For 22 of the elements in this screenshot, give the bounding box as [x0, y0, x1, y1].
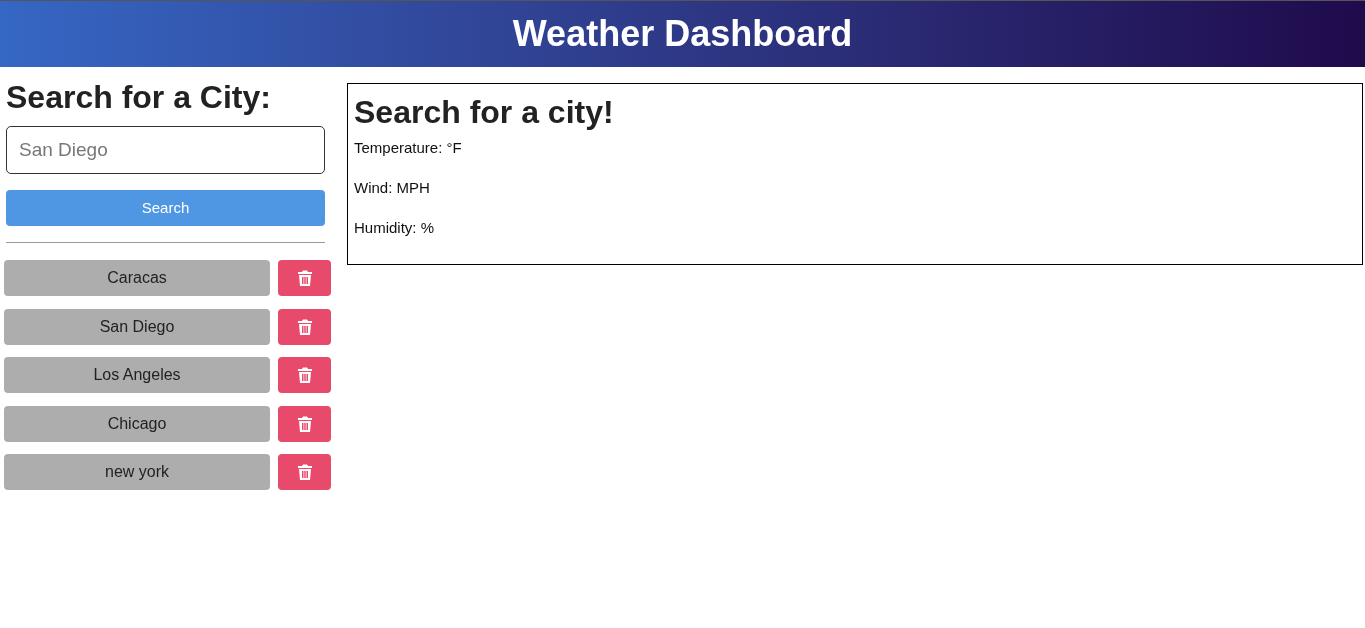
trash-icon: [297, 367, 312, 383]
weather-reading: Wind: MPH: [354, 178, 431, 198]
city-input-field[interactable]: San Diego: [6, 126, 325, 174]
trash-icon: [297, 464, 312, 480]
delete-button[interactable]: [278, 260, 331, 296]
delete-button[interactable]: [278, 454, 331, 490]
page-title: Weather Dashboard: [512, 12, 853, 56]
weather-title: Search for a city!: [354, 93, 615, 132]
weather-reading: Humidity: %: [354, 218, 436, 238]
city-history-button[interactable]: Chicago: [4, 405, 270, 442]
delete-button[interactable]: [278, 357, 331, 393]
city-history-button[interactable]: San Diego: [4, 308, 270, 345]
weather-reading: Temperature: °F: [354, 138, 463, 158]
trash-icon: [297, 415, 312, 432]
trash-icon: [297, 318, 312, 335]
search-heading: Search for a City:: [6, 79, 272, 115]
delete-button[interactable]: [278, 308, 331, 345]
delete-button[interactable]: [278, 405, 331, 442]
city-history-button[interactable]: new york: [4, 454, 270, 490]
city-history-button[interactable]: Caracas: [4, 260, 270, 296]
trash-icon: [297, 270, 312, 286]
city-history-button[interactable]: Los Angeles: [4, 357, 270, 393]
